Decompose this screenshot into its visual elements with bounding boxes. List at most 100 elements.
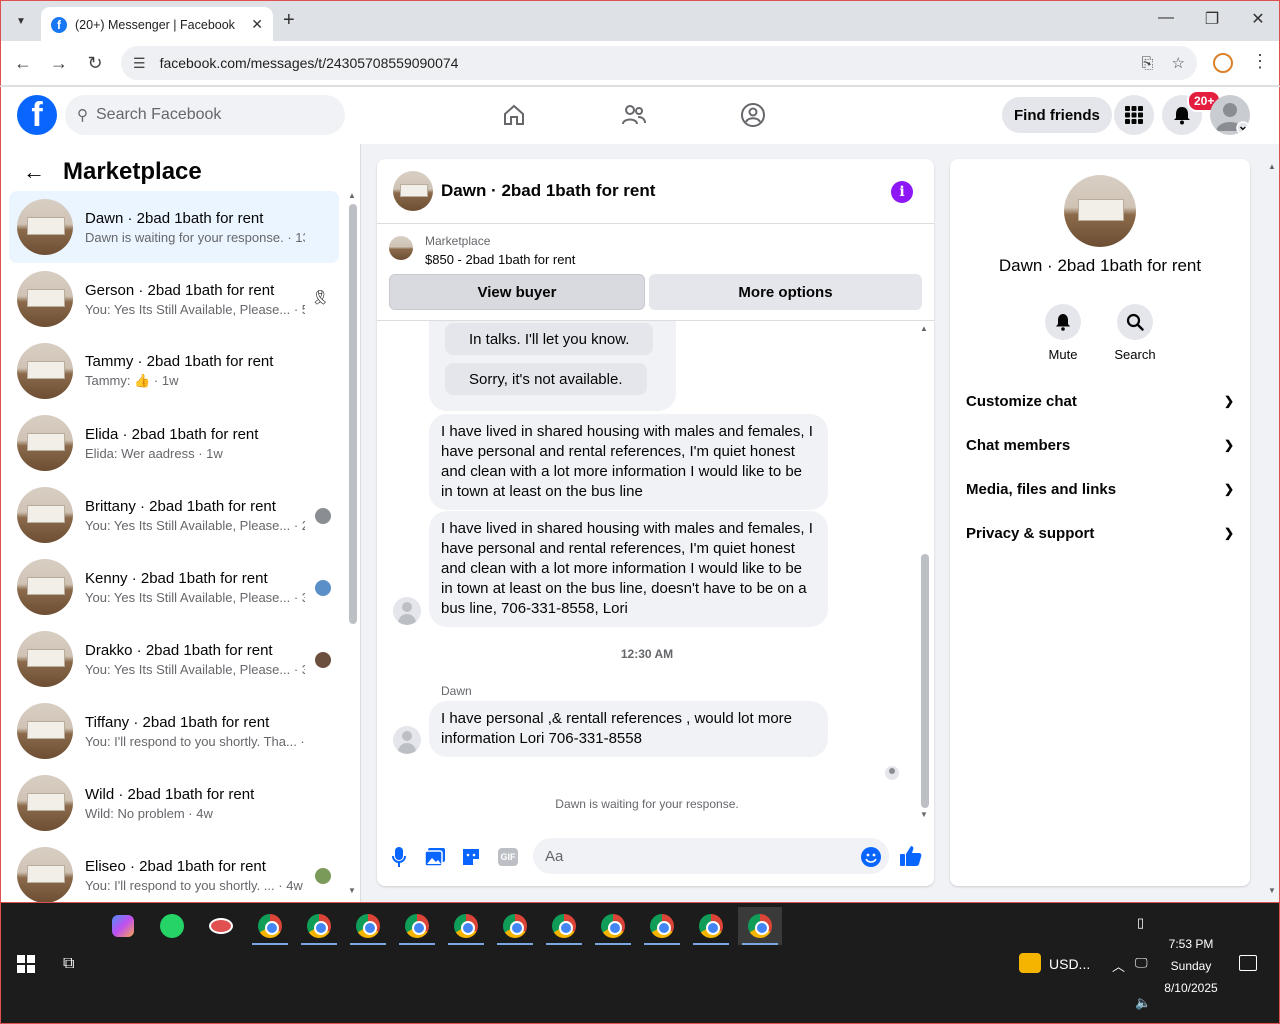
back-icon[interactable]: ← [11, 53, 35, 74]
whatsapp-app-icon[interactable] [150, 907, 194, 945]
conversation-item[interactable]: Kenny · 2bad 1bath for rent You: Yes Its … [9, 551, 339, 623]
task-view-icon[interactable]: ⧉ [63, 955, 74, 973]
message-bubble[interactable]: I have lived in shared housing with male… [429, 414, 828, 510]
chrome-window-icon[interactable] [542, 907, 586, 945]
chat-thumbnail[interactable] [393, 171, 433, 211]
sender-avatar[interactable] [393, 597, 421, 625]
browser-tab[interactable]: f (20+) Messenger | Facebook ✕ [41, 7, 273, 42]
chrome-window-icon[interactable] [395, 907, 439, 945]
phone-link-icon[interactable]: ▯ [1137, 915, 1144, 931]
reload-icon[interactable]: ↻ [83, 53, 107, 74]
privacy-support-section[interactable]: Privacy & support ❯ [966, 511, 1234, 555]
conversation-item[interactable]: Gerson · 2bad 1bath for rent You: Yes Its… [9, 263, 339, 335]
currency-widget-icon[interactable] [1019, 953, 1041, 973]
chrome-window-icon[interactable] [444, 907, 488, 945]
network-icon[interactable]: 🖵 [1135, 955, 1148, 971]
facebook-search[interactable]: ⚲ [65, 95, 345, 135]
menu-grid-icon[interactable] [1114, 95, 1154, 135]
conversation-item[interactable]: Drakko · 2bad 1bath for rent You: Yes Its… [9, 623, 339, 695]
conversation-item[interactable]: Dawn · 2bad 1bath for rent Dawn is waitin… [9, 191, 339, 263]
page-scroll-up-icon[interactable]: ▲ [1268, 162, 1276, 171]
chat-title[interactable]: Dawn · 2bad 1bath for rent [441, 181, 655, 201]
home-icon[interactable] [500, 101, 528, 129]
facebook-search-input[interactable] [96, 106, 316, 124]
chrome-window-icon[interactable] [493, 907, 537, 945]
thumbs-up-icon[interactable] [900, 845, 922, 870]
volume-icon[interactable]: 🔈 [1135, 995, 1151, 1011]
message-bubble[interactable]: I have personal ,& rentall references , … [429, 701, 828, 757]
install-app-icon[interactable]: ⎘ [1142, 55, 1154, 72]
conversation-item[interactable]: Wild · 2bad 1bath for rent Wild: No probl… [9, 767, 339, 839]
chat-scroll-up-icon[interactable]: ▲ [920, 324, 928, 333]
emoji-icon[interactable] [861, 847, 881, 867]
back-arrow-icon[interactable]: ← [23, 159, 45, 185]
groups-icon[interactable] [739, 101, 767, 129]
magnifier-icon[interactable] [1117, 304, 1153, 340]
chrome-window-icon[interactable] [346, 907, 390, 945]
photo-icon[interactable] [425, 847, 445, 867]
friends-icon[interactable] [620, 101, 648, 129]
chrome-window-icon[interactable] [248, 907, 292, 945]
conversation-item[interactable]: Eliseo · 2bad 1bath for rent You: I'll re… [9, 839, 339, 911]
view-buyer-button[interactable]: View buyer [389, 274, 645, 310]
chrome-window-icon[interactable] [689, 907, 733, 945]
chrome-window-icon[interactable] [297, 907, 341, 945]
scroll-up-arrow-icon[interactable]: ▲ [348, 191, 356, 200]
system-clock[interactable]: 7:53 PM Sunday 8/10/2025 [1157, 933, 1225, 999]
notification-center-icon[interactable] [1239, 955, 1257, 971]
site-info-icon[interactable]: ☰ [133, 55, 146, 72]
scroll-down-arrow-icon[interactable]: ▼ [348, 886, 356, 895]
forward-icon[interactable]: → [47, 53, 71, 74]
snipping-tool-icon[interactable] [199, 907, 243, 945]
currency-widget-label[interactable]: USD... [1049, 956, 1090, 972]
bookmark-star-icon[interactable]: ☆ [1172, 54, 1185, 72]
gif-icon[interactable]: GIF [498, 848, 518, 866]
conversation-scrollbar[interactable] [349, 204, 357, 624]
close-window-icon[interactable]: ✕ [1243, 9, 1273, 29]
sender-avatar[interactable] [393, 726, 421, 754]
clock-time: 7:53 PM [1168, 937, 1214, 951]
chat-scrollbar[interactable] [921, 554, 929, 808]
page-scroll-down-icon[interactable]: ▼ [1268, 886, 1276, 895]
search-action[interactable]: Search [1105, 304, 1165, 362]
profile-icon[interactable] [1213, 53, 1233, 73]
chrome-window-icon[interactable] [591, 907, 635, 945]
minimize-icon[interactable]: — [1151, 9, 1181, 27]
mute-action[interactable]: Mute [1033, 304, 1093, 362]
chat-members-section[interactable]: Chat members ❯ [966, 423, 1234, 467]
customize-chat-section[interactable]: Customize chat ❯ [966, 379, 1234, 423]
bell-icon[interactable] [1045, 304, 1081, 340]
quick-reply-button[interactable]: In talks. I'll let you know. [445, 323, 654, 355]
new-tab-icon[interactable]: + [283, 9, 295, 32]
message-input[interactable] [533, 838, 889, 874]
chevron-down-icon: ❯ [1223, 438, 1234, 452]
facebook-logo-icon[interactable]: f [17, 95, 57, 135]
find-friends-button[interactable]: Find friends [1002, 97, 1112, 133]
listing-price[interactable]: $850 - 2bad 1bath for rent [425, 252, 575, 267]
maximize-icon[interactable]: ❐ [1197, 9, 1227, 29]
copilot-app-icon[interactable] [101, 907, 145, 945]
message-bubble[interactable]: I have lived in shared housing with male… [429, 511, 828, 627]
windows-start-icon[interactable] [17, 955, 35, 973]
media-files-links-section[interactable]: Media, files and links ❯ [966, 467, 1234, 511]
tab-search-chevron-icon[interactable]: ▼ [9, 9, 33, 33]
conversation-snippet: Elida: Wer aadress · 1w [85, 445, 223, 461]
info-icon[interactable]: i [891, 181, 913, 203]
browser-menu-icon[interactable]: ⋮ [1251, 51, 1269, 72]
close-tab-icon[interactable]: ✕ [251, 16, 263, 33]
chat-scroll-down-icon[interactable]: ▼ [920, 810, 928, 819]
url-text[interactable]: facebook.com/messages/t/2430570855909007… [160, 55, 1124, 71]
chrome-window-icon[interactable] [640, 907, 684, 945]
more-options-button[interactable]: More options [649, 274, 922, 310]
microphone-icon[interactable] [389, 847, 409, 867]
account-avatar[interactable] [1210, 95, 1250, 135]
conversation-item[interactable]: Elida · 2bad 1bath for rent Elida: Wer aa… [9, 407, 339, 479]
conversation-item[interactable]: Tiffany · 2bad 1bath for rent You: I'll r… [9, 695, 339, 767]
quick-reply-button[interactable]: Sorry, it's not available. [445, 363, 647, 395]
conversation-item[interactable]: Brittany · 2bad 1bath for rent You: Yes I… [9, 479, 339, 551]
sticker-icon[interactable] [461, 847, 481, 867]
conversation-item[interactable]: Tammy · 2bad 1bath for rent Tammy: 👍 · 1w [9, 335, 339, 407]
omnibox[interactable]: ☰ facebook.com/messages/t/24305708559090… [121, 46, 1197, 80]
chrome-window-active-icon[interactable] [738, 907, 782, 945]
show-hidden-icons-chevron[interactable]: ︿ [1112, 956, 1125, 975]
